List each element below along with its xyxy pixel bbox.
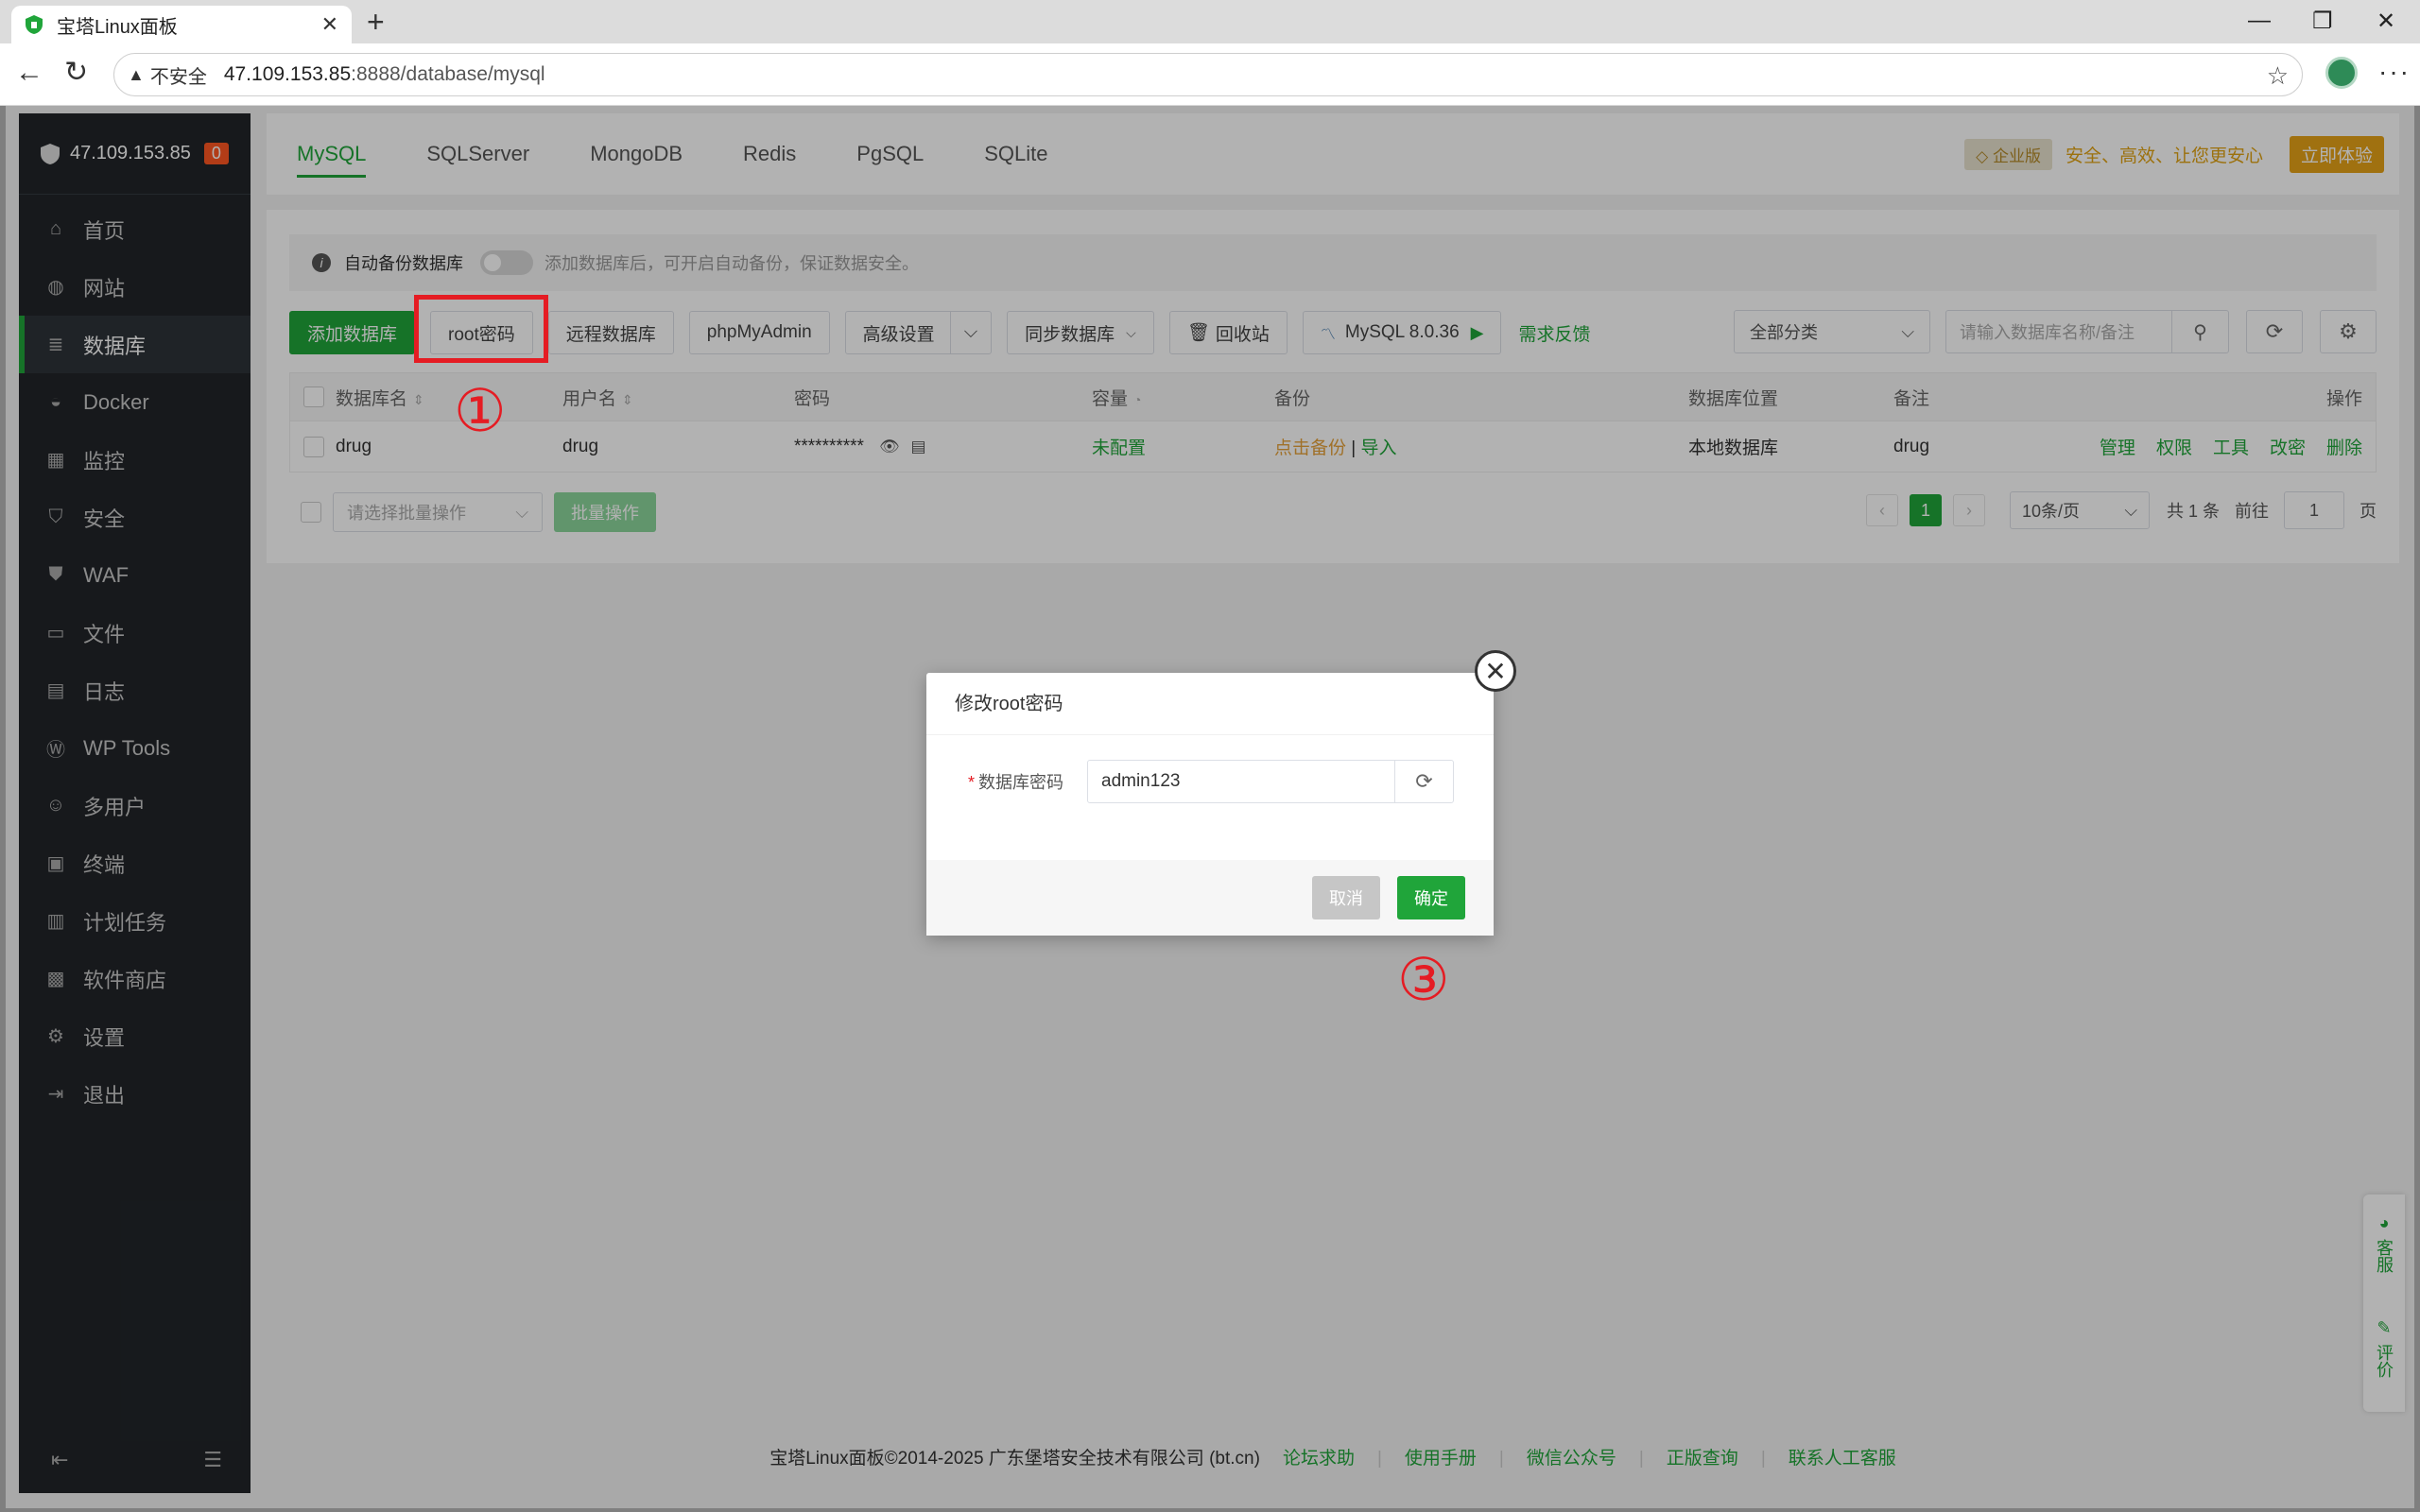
address-bar: ← ↻ ▲ 不安全 47.109.153.85:8888/database/mys… <box>0 43 2420 106</box>
minimize-icon[interactable]: — <box>2248 8 2271 34</box>
profile-avatar[interactable] <box>2325 57 2358 89</box>
security-warning[interactable]: ▲ 不安全 <box>128 61 207 89</box>
generate-password-icon[interactable]: ⟳ <box>1394 761 1453 802</box>
dialog-title: 修改root密码 <box>926 673 1494 735</box>
url-host: 47.109.153.85 <box>223 63 352 85</box>
cancel-button[interactable]: 取消 <box>1312 876 1380 919</box>
window-close-icon[interactable]: ✕ <box>2377 8 2395 35</box>
annotation-highlight-box <box>414 295 548 363</box>
password-field-label: * 数据库密码 <box>968 773 1064 792</box>
url-field[interactable]: ▲ 不安全 47.109.153.85:8888/database/mysql ☆ <box>113 53 2303 96</box>
browser-tab[interactable]: 宝塔Linux面板 ✕ <box>11 6 352 43</box>
password-field: admin123 ⟳ <box>1087 760 1454 803</box>
security-label: 不安全 <box>149 66 207 88</box>
browser-tab-title: 宝塔Linux面板 <box>57 16 178 38</box>
tab-close-icon[interactable]: ✕ <box>321 12 338 37</box>
dialog-footer: 取消 确定 <box>926 860 1494 936</box>
annotation-step-3: ③ <box>1397 945 1450 1014</box>
password-form-row: * 数据库密码 admin123 ⟳ <box>926 735 1494 803</box>
baota-favicon-icon <box>26 15 43 34</box>
close-icon[interactable]: ✕ <box>1475 650 1516 692</box>
new-tab-icon[interactable]: + <box>367 6 385 38</box>
password-input[interactable]: admin123 <box>1088 771 1394 792</box>
browser-tab-bar: 宝塔Linux面板 ✕ + — ❐ ✕ <box>0 0 2420 43</box>
root-password-dialog: 修改root密码 ✕ * 数据库密码 admin123 ⟳ 取消 确定 <box>926 650 1516 936</box>
browser-menu-icon[interactable]: ··· <box>2378 57 2411 87</box>
bookmark-star-icon[interactable]: ☆ <box>2267 61 2289 91</box>
warning-triangle-icon: ▲ <box>128 64 145 84</box>
back-arrow-icon[interactable]: ← <box>15 59 43 87</box>
confirm-button[interactable]: 确定 <box>1397 876 1465 919</box>
annotation-step-1: ① <box>454 376 507 445</box>
restore-icon[interactable]: ❐ <box>2312 8 2333 35</box>
url-path: :8888/database/mysql <box>351 63 545 85</box>
reload-icon[interactable]: ↻ <box>64 59 88 87</box>
